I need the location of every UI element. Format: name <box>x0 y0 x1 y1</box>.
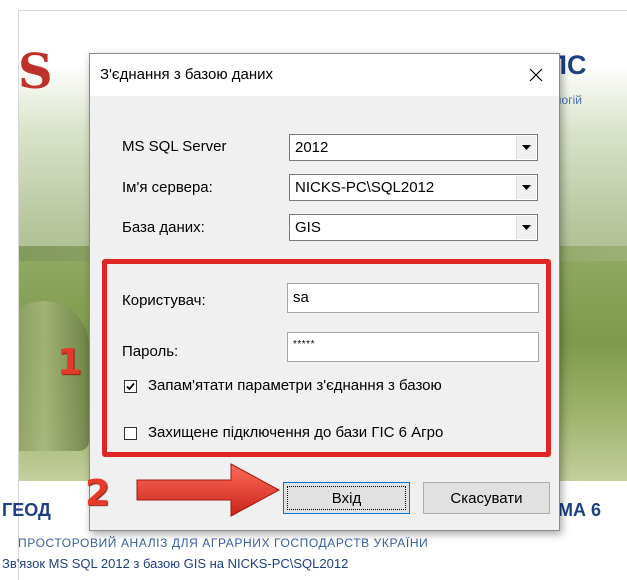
dropdown-button[interactable] <box>516 216 536 239</box>
logo-letter: S <box>18 44 53 100</box>
close-icon <box>529 68 543 82</box>
dialog-titlebar[interactable]: З'єднання з базою даних <box>90 54 559 96</box>
chevron-down-icon <box>522 225 531 230</box>
dropdown-button[interactable] <box>516 136 536 159</box>
annotation-highlight-box <box>102 259 551 457</box>
server-name-label: Ім'я сервера: <box>122 179 213 196</box>
login-button[interactable]: Вхід <box>283 482 410 514</box>
annotation-marker-2: 2 <box>85 473 111 514</box>
ms-sql-version-select[interactable]: 2012 <box>289 134 538 161</box>
cancel-button-label: Скасувати <box>450 489 523 507</box>
server-name-value: NICKS-PC\SQL2012 <box>295 179 435 196</box>
ms-sql-version-value: 2012 <box>295 139 329 156</box>
dialog-title: З'єднання з базою даних <box>100 66 274 83</box>
dropdown-button[interactable] <box>516 176 536 199</box>
status-text: Зв'язок MS SQL 2012 з базою GIS на NICKS… <box>2 556 349 571</box>
splash-title-right: МА 6 <box>558 500 602 520</box>
database-label: База даних: <box>122 219 205 236</box>
chevron-down-icon <box>522 145 531 150</box>
annotation-marker-1: 1 <box>57 342 83 383</box>
chevron-down-icon <box>522 185 531 190</box>
ms-sql-label: MS SQL Server <box>122 138 227 155</box>
database-value: GIS <box>295 219 321 236</box>
splash-title-left: ГЕОД <box>2 500 51 520</box>
database-select[interactable]: GIS <box>289 214 538 241</box>
cancel-button[interactable]: Скасувати <box>423 482 550 514</box>
annotation-arrow-icon <box>136 463 281 517</box>
focus-rectangle <box>287 486 406 510</box>
close-button[interactable] <box>518 58 554 92</box>
splash-tagline: ПРОСТОРОВИЙ АНАЛІЗ ДЛЯ АГРАРНИХ ГОСПОДАР… <box>18 536 429 550</box>
server-name-select[interactable]: NICKS-PC\SQL2012 <box>289 174 538 201</box>
